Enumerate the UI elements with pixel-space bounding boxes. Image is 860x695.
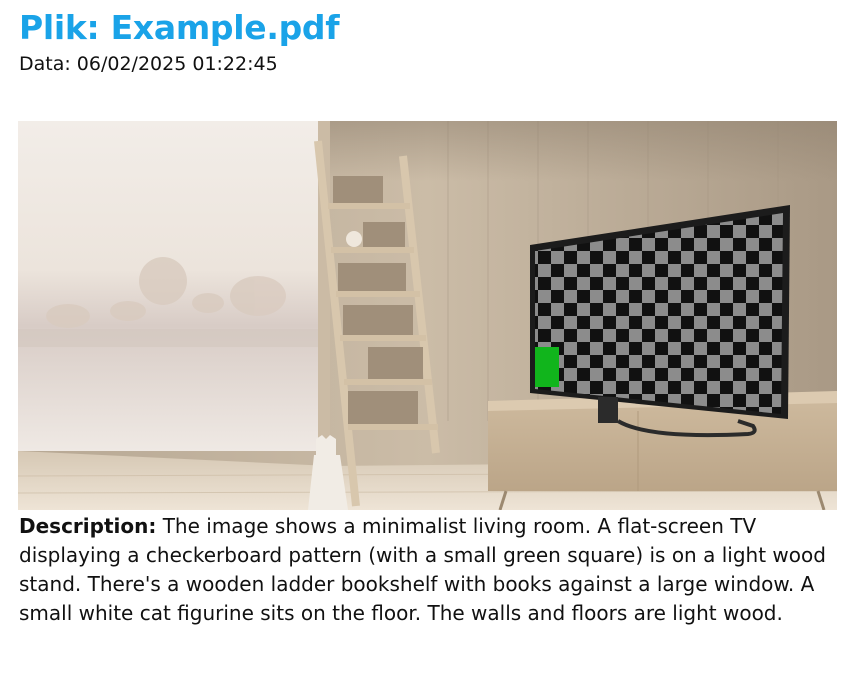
description: Description: The image shows a minimalis… [19, 512, 844, 628]
tv-green-square [535, 347, 559, 387]
file-date: Data: 06/02/2025 01:22:45 [19, 53, 278, 75]
file-title: Plik: Example.pdf [19, 8, 340, 47]
living-room-photo [18, 121, 837, 510]
description-label: Description: [19, 514, 157, 538]
